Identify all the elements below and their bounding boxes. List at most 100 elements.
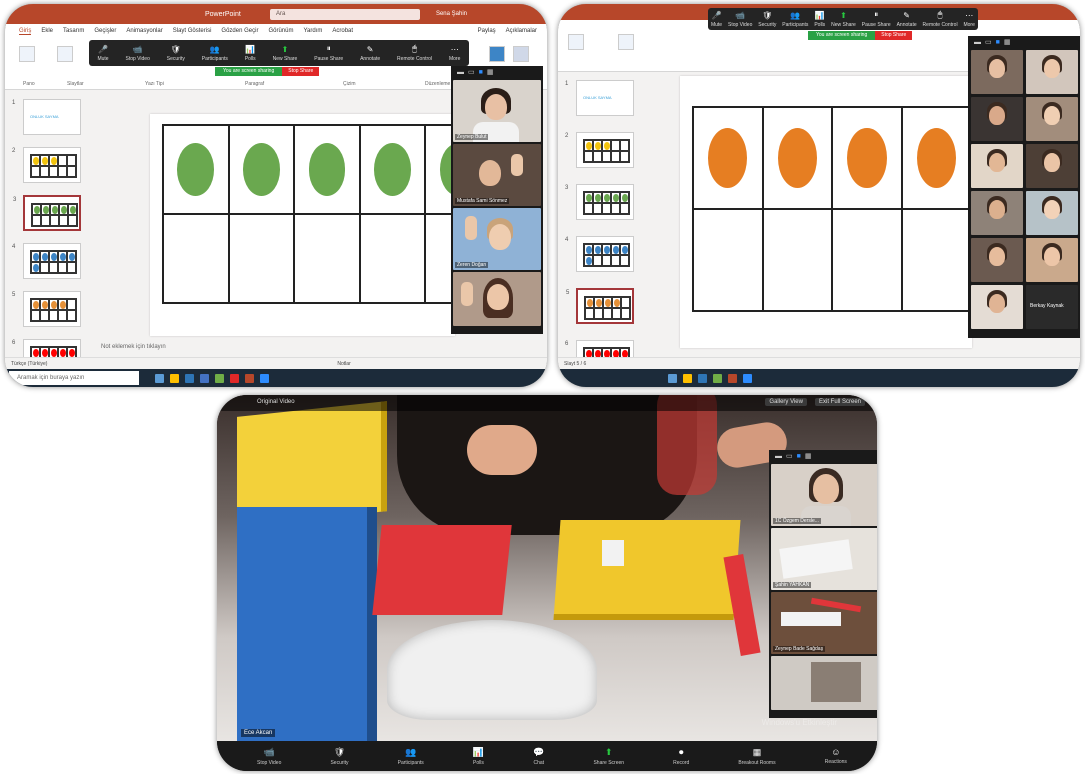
new-slide-icon[interactable]	[618, 34, 634, 50]
notes-button[interactable]: Notlar	[337, 361, 350, 367]
share-button[interactable]: Paylaş	[478, 28, 496, 34]
comments-button[interactable]: Açıklamalar	[506, 28, 537, 34]
mail-icon[interactable]	[185, 373, 194, 383]
tab-3[interactable]: Geçişler	[94, 28, 116, 34]
toolbar-btn-2[interactable]: 👥 Participants	[398, 747, 424, 766]
video-tile[interactable]: Zeynep Bulut	[453, 80, 541, 142]
slide-thumb-3[interactable]: 3	[13, 195, 81, 231]
video-tile[interactable]	[1026, 144, 1078, 188]
toolbar-btn-3[interactable]: 📊 Polls	[473, 747, 484, 766]
zoom-icon[interactable]	[743, 373, 752, 383]
opera-icon[interactable]	[230, 373, 239, 383]
tab-6[interactable]: Gözden Geçir	[221, 28, 258, 34]
toolbar-btn-1[interactable]: 🛡 Security	[330, 747, 348, 766]
zoom-btn-5[interactable]: ⬆ New Share	[831, 11, 856, 28]
mini-cell	[602, 192, 611, 203]
video-tile[interactable]: Zeynep Bade Sağdaş	[771, 592, 877, 654]
store-icon[interactable]	[200, 373, 209, 383]
zoom-btn-9[interactable]: ⋯ More	[963, 11, 974, 28]
video-tile[interactable]	[1026, 191, 1078, 235]
exit-full-screen-button[interactable]: Exit Full Screen	[814, 398, 865, 406]
toolbar-btn-8[interactable]: ☺ Reactions	[825, 747, 847, 765]
stop-share-button[interactable]: Stop Share	[282, 67, 320, 76]
powerpoint-icon[interactable]	[728, 373, 737, 383]
toolbar-btn-5[interactable]: ⬆ Share Screen	[593, 747, 624, 766]
toolbar-btn-0[interactable]: 📹 Stop Video	[257, 747, 281, 766]
zoom-btn-1[interactable]: 📹 Stop Video	[126, 45, 150, 62]
paste-icon[interactable]	[568, 34, 584, 50]
slide-thumb-1[interactable]: 1 ONLUK SAYMA	[565, 80, 634, 116]
video-tile[interactable]	[1026, 238, 1078, 282]
slide-thumb-2[interactable]: 2	[12, 147, 81, 183]
slide-thumb-3[interactable]: 3	[565, 184, 634, 220]
tab-1[interactable]: Ekle	[41, 28, 53, 34]
zoom-btn-4[interactable]: 📊 Polls	[245, 45, 256, 62]
explorer-icon[interactable]	[668, 373, 677, 383]
mail-icon[interactable]	[698, 373, 707, 383]
tab-0[interactable]: Giriş	[19, 28, 32, 35]
zoom-btn-5[interactable]: ⬆ New Share	[273, 45, 298, 62]
toolbar-btn-7[interactable]: ▦ Breakout Rooms	[738, 747, 775, 766]
zoom-btn-9[interactable]: ⋯ More	[449, 45, 460, 62]
slide-thumb-4[interactable]: 4	[565, 236, 634, 272]
toolbar-btn-4[interactable]: 💬 Chat	[533, 747, 544, 766]
taskbar-search[interactable]: Aramak için buraya yazın	[9, 371, 139, 385]
video-tile[interactable]: Mustafa Sami Sönmez	[453, 144, 541, 206]
explorer-icon[interactable]	[155, 373, 164, 383]
zoom-btn-0[interactable]: 🎤 Mute	[97, 45, 108, 62]
chrome-icon[interactable]	[215, 373, 224, 383]
new-slide-icon[interactable]	[57, 46, 73, 62]
video-tile[interactable]: 1C Özgem Dersle...	[771, 464, 877, 526]
video-tile[interactable]	[453, 272, 541, 326]
gallery-view-button[interactable]: Gallery View	[765, 398, 807, 406]
tab-9[interactable]: Acrobat	[332, 28, 353, 34]
toolbar-btn-6[interactable]: ⏺ Record	[673, 747, 689, 766]
video-tile[interactable]: Zeren Doğan	[453, 208, 541, 270]
share-icon[interactable]	[489, 46, 505, 62]
tab-5[interactable]: Slayt Gösterisi	[173, 28, 212, 34]
zoom-btn-6[interactable]: ⏸ Pause Share	[314, 44, 343, 62]
video-tile[interactable]	[1026, 97, 1078, 141]
zoom-btn-2[interactable]: 🛡 Security	[167, 45, 185, 62]
stop-share-button[interactable]: Stop Share	[875, 31, 913, 40]
designer-icon[interactable]	[513, 46, 529, 62]
slide-thumb-5[interactable]: 5	[566, 288, 634, 324]
zoom-btn-7[interactable]: ✎ Annotate	[360, 45, 380, 62]
zoom-btn-6[interactable]: ⏸ Pause Share	[862, 10, 891, 28]
video-tile[interactable]	[1026, 50, 1078, 94]
zoom-btn-3[interactable]: 👥 Participants	[782, 11, 808, 28]
video-tile[interactable]	[971, 238, 1023, 282]
slide-thumb-4[interactable]: 4	[12, 243, 81, 279]
tab-7[interactable]: Görünüm	[268, 28, 293, 34]
video-tile[interactable]	[971, 285, 1023, 329]
video-tile[interactable]	[971, 97, 1023, 141]
zoom-btn-2[interactable]: 🛡 Security	[758, 11, 776, 28]
zoom-btn-4[interactable]: 📊 Polls	[814, 11, 825, 28]
slide-thumb-1[interactable]: 1 ONLUK SAYMA	[12, 99, 81, 135]
tab-4[interactable]: Animasyonlar	[126, 28, 162, 34]
chrome-icon[interactable]	[713, 373, 722, 383]
tab-8[interactable]: Yardım	[303, 28, 322, 34]
zoom-icon[interactable]	[260, 373, 269, 383]
zoom-btn-0[interactable]: 🎤 Mute	[711, 11, 722, 28]
video-tile[interactable]: Şahin YAHKAN	[771, 528, 877, 590]
folder-icon[interactable]	[170, 373, 179, 383]
zoom-btn-1[interactable]: 📹 Stop Video	[728, 11, 752, 28]
zoom-btn-8[interactable]: 🖱 Remote Control	[923, 10, 958, 28]
video-tile[interactable]	[971, 191, 1023, 235]
paste-icon[interactable]	[19, 46, 35, 62]
notes-placeholder[interactable]: Not eklemek için tıklayın	[101, 344, 166, 350]
tab-2[interactable]: Tasarım	[63, 28, 84, 34]
slide-thumb-5[interactable]: 5	[12, 291, 81, 327]
slide-thumb-2[interactable]: 2	[565, 132, 634, 168]
search-box[interactable]: Ara	[270, 9, 420, 20]
zoom-btn-3[interactable]: 👥 Participants	[202, 45, 228, 62]
zoom-btn-8[interactable]: 🖱 Remote Control	[397, 44, 432, 62]
video-tile[interactable]	[971, 144, 1023, 188]
video-tile[interactable]	[971, 50, 1023, 94]
zoom-btn-7[interactable]: ✎ Annotate	[897, 11, 917, 28]
video-tile[interactable]: Berkay Kaynak	[1026, 285, 1078, 329]
powerpoint-icon[interactable]	[245, 373, 254, 383]
video-tile[interactable]	[771, 656, 877, 710]
folder-icon[interactable]	[683, 373, 692, 383]
